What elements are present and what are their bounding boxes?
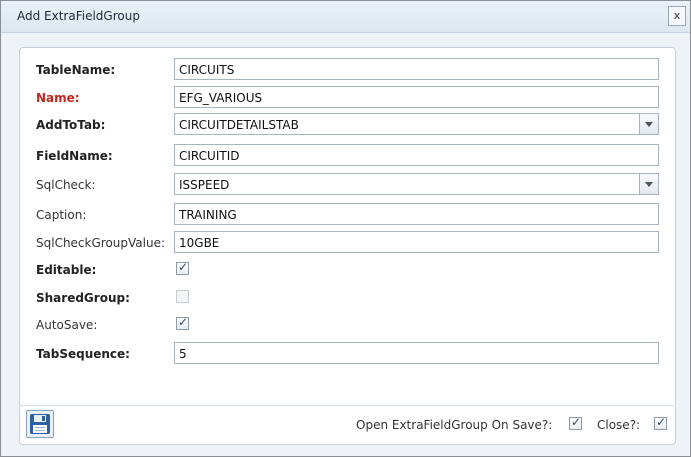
row-editable: Editable: [20,258,675,282]
sql-check-select[interactable]: ISSPEED [174,173,659,195]
sql-check-value: ISSPEED [179,178,230,192]
name-label: Name: [36,91,80,105]
caption-label: Caption: [36,208,87,222]
close-button[interactable]: x [668,6,686,26]
editable-checkbox[interactable] [176,260,189,275]
shared-group-checkbox [176,290,189,303]
add-to-tab-dropdown-arrow-icon[interactable] [639,114,658,134]
open-on-save-label: Open ExtraFieldGroup On Save?: [356,418,553,432]
close-after-save-checkbox[interactable] [654,415,667,430]
row-shared-group: SharedGroup: [20,286,675,310]
field-name-value: CIRCUITID [179,149,240,163]
auto-save-label: AutoSave: [36,318,98,332]
row-caption: Caption: TRAINING [20,203,675,227]
editable-label: Editable: [36,263,97,277]
table-name-label: TableName: [36,63,116,77]
save-button[interactable] [26,410,54,438]
row-add-to-tab: AddToTab: CIRCUITDETAILSTAB [20,113,675,137]
row-sql-check: SqlCheck: ISSPEED [20,173,675,197]
sql-check-label: SqlCheck: [36,178,96,192]
name-input[interactable]: EFG_VARIOUS [174,86,659,108]
field-name-input[interactable]: CIRCUITID [174,144,659,166]
dialog-window: Add ExtraFieldGroup x TableName: CIRCUIT… [0,0,691,457]
tab-sequence-value: 5 [179,347,187,361]
dialog-titlebar: Add ExtraFieldGroup x [1,1,690,33]
name-value: EFG_VARIOUS [179,91,263,105]
floppy-disk-icon [30,414,50,434]
row-table-name: TableName: CIRCUITS [20,58,675,82]
row-field-name: FieldName: CIRCUITID [20,144,675,168]
caption-value: TRAINING [179,208,237,222]
row-name: Name: EFG_VARIOUS [20,86,675,110]
auto-save-checkbox[interactable] [176,315,189,330]
table-name-value: CIRCUITS [179,63,235,77]
field-name-label: FieldName: [36,149,113,163]
caption-input[interactable]: TRAINING [174,203,659,225]
add-to-tab-value: CIRCUITDETAILSTAB [179,118,299,132]
tab-sequence-input[interactable]: 5 [174,342,659,364]
sql-check-dropdown-arrow-icon[interactable] [639,174,658,194]
form-panel: TableName: CIRCUITS Name: EFG_VARIOUS Ad… [19,47,676,445]
sql-check-group-value-value: 10GBE [179,236,220,250]
row-sql-check-group-value: SqlCheckGroupValue: 10GBE [20,231,675,255]
close-after-save-label: Close?: [597,418,641,432]
sql-check-group-value-input[interactable]: 10GBE [174,231,659,253]
sql-check-group-value-label: SqlCheckGroupValue: [36,236,166,250]
dialog-footer: Open ExtraFieldGroup On Save?: Close?: [19,405,674,444]
row-auto-save: AutoSave: [20,313,675,337]
tab-sequence-label: TabSequence: [36,347,130,361]
dialog-title: Add ExtraFieldGroup [17,9,140,23]
add-to-tab-select[interactable]: CIRCUITDETAILSTAB [174,113,659,135]
table-name-input[interactable]: CIRCUITS [174,58,659,80]
shared-group-label: SharedGroup: [36,291,130,305]
open-on-save-checkbox[interactable] [569,415,582,430]
add-to-tab-label: AddToTab: [36,118,106,132]
row-tab-sequence: TabSequence: 5 [20,342,675,366]
